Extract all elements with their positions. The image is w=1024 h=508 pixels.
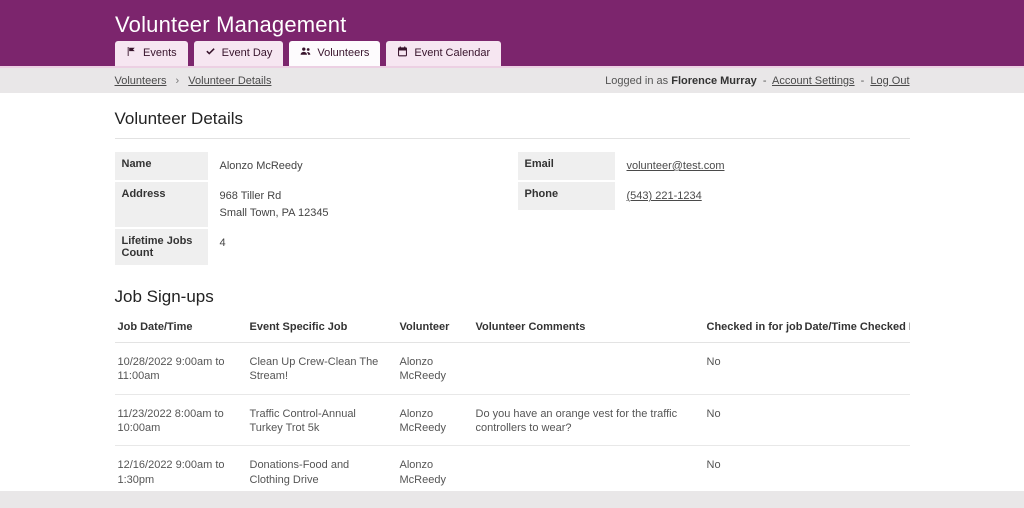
phone-link[interactable]: (543) 221-1234: [627, 190, 702, 202]
col-header-job-datetime: Job Date/Time: [115, 311, 247, 343]
logged-in-prefix: Logged in as: [605, 75, 668, 87]
cell-job-datetime: 10/28/2022 9:00am to 11:00am: [115, 343, 247, 395]
tab-events[interactable]: Events: [115, 41, 188, 66]
cell-job-datetime: 11/23/2022 8:00am to 10:00am: [115, 394, 247, 446]
cell-volunteer-comments: Do you have an orange vest for the traff…: [473, 394, 704, 446]
email-link[interactable]: volunteer@test.com: [627, 160, 725, 172]
detail-row-address: Address 968 Tiller Rd Small Town, PA 123…: [115, 182, 518, 227]
cell-job-datetime: 12/16/2022 9:00am to 1:30pm: [115, 446, 247, 491]
tab-event-day[interactable]: Event Day: [194, 41, 284, 66]
app-header: Volunteer Management Events Event Day Vo…: [0, 0, 1024, 68]
detail-row-lifetime-jobs: Lifetime Jobs Count 4: [115, 229, 518, 265]
address-line-2: Small Town, PA 12345: [220, 205, 329, 222]
cell-checked-in: No: [704, 394, 802, 446]
tab-label: Events: [143, 47, 177, 59]
flag-icon: [126, 46, 137, 60]
name-value: Alonzo McReedy: [208, 152, 303, 180]
cell-event-specific-job: Donations-Food and Clothing Drive: [247, 446, 397, 491]
log-out-link[interactable]: Log Out: [870, 75, 909, 87]
tab-event-calendar[interactable]: Event Calendar: [386, 41, 501, 66]
field-label: Address: [115, 182, 208, 227]
logged-in-user: Florence Murray: [671, 75, 757, 87]
col-header-event-specific-job: Event Specific Job: [247, 311, 397, 343]
cell-volunteer-comments: [473, 446, 704, 491]
main-content: Volunteer Details Name Alonzo McReedy Ad…: [0, 93, 1024, 491]
cell-volunteer: Alonzo McReedy: [397, 343, 473, 395]
users-icon: [300, 46, 311, 60]
detail-row-phone: Phone (543) 221-1234: [518, 182, 910, 210]
cell-checked-in: No: [704, 446, 802, 491]
page: Volunteer Management Events Event Day Vo…: [0, 0, 1024, 508]
signups-table: Job Date/Time Event Specific Job Volunte…: [115, 311, 910, 491]
cell-volunteer: Alonzo McReedy: [397, 394, 473, 446]
check-icon: [205, 46, 216, 60]
volunteer-details: Name Alonzo McReedy Address 968 Tiller R…: [115, 152, 910, 267]
col-header-datetime-checked-in: Date/Time Checked In: [802, 311, 910, 343]
separator-dash: -: [763, 75, 767, 87]
field-label: Lifetime Jobs Count: [115, 229, 208, 265]
field-label: Name: [115, 152, 208, 180]
tab-volunteers[interactable]: Volunteers: [289, 41, 380, 66]
lifetime-jobs-value: 4: [208, 229, 226, 265]
breadcrumb-bar: Volunteers › Volunteer Details Logged in…: [0, 68, 1024, 93]
separator-dash: -: [861, 75, 865, 87]
breadcrumb-link-volunteer-details[interactable]: Volunteer Details: [188, 75, 271, 87]
app-title: Volunteer Management: [115, 12, 347, 38]
field-label: Email: [518, 152, 615, 180]
cell-event-specific-job: Traffic Control-Annual Turkey Trot 5k: [247, 394, 397, 446]
address-value: 968 Tiller Rd Small Town, PA 12345: [208, 182, 329, 227]
detail-row-name: Name Alonzo McReedy: [115, 152, 518, 180]
session-info: Logged in as Florence Murray - Account S…: [605, 75, 909, 87]
cell-volunteer: Alonzo McReedy: [397, 446, 473, 491]
heading-divider: [115, 138, 910, 139]
breadcrumb: Volunteers › Volunteer Details: [115, 75, 272, 87]
col-header-volunteer-comments: Volunteer Comments: [473, 311, 704, 343]
cell-datetime-checked-in: [802, 394, 910, 446]
col-header-checked-in: Checked in for job?: [704, 311, 802, 343]
tab-label: Event Day: [222, 47, 273, 59]
calendar-icon: [397, 46, 408, 60]
cell-datetime-checked-in: [802, 446, 910, 491]
table-row: 12/16/2022 9:00am to 1:30pm Donations-Fo…: [115, 446, 910, 491]
breadcrumb-separator: ›: [176, 75, 180, 87]
cell-volunteer-comments: [473, 343, 704, 395]
tab-label: Volunteers: [317, 47, 369, 59]
cell-checked-in: No: [704, 343, 802, 395]
detail-row-email: Email volunteer@test.com: [518, 152, 910, 180]
cell-datetime-checked-in: [802, 343, 910, 395]
table-row: 11/23/2022 8:00am to 10:00am Traffic Con…: [115, 394, 910, 446]
address-line-1: 968 Tiller Rd: [220, 188, 329, 205]
account-settings-link[interactable]: Account Settings: [772, 75, 855, 87]
cell-event-specific-job: Clean Up Crew-Clean The Stream!: [247, 343, 397, 395]
table-row: 10/28/2022 9:00am to 11:00am Clean Up Cr…: [115, 343, 910, 395]
field-label: Phone: [518, 182, 615, 210]
table-header-row: Job Date/Time Event Specific Job Volunte…: [115, 311, 910, 343]
signups-heading: Job Sign-ups: [115, 267, 910, 311]
tab-label: Event Calendar: [414, 47, 490, 59]
col-header-volunteer: Volunteer: [397, 311, 473, 343]
page-title: Volunteer Details: [115, 93, 910, 138]
breadcrumb-link-volunteers[interactable]: Volunteers: [115, 75, 167, 87]
nav-tabs: Events Event Day Volunteers Event Calend…: [115, 41, 501, 66]
